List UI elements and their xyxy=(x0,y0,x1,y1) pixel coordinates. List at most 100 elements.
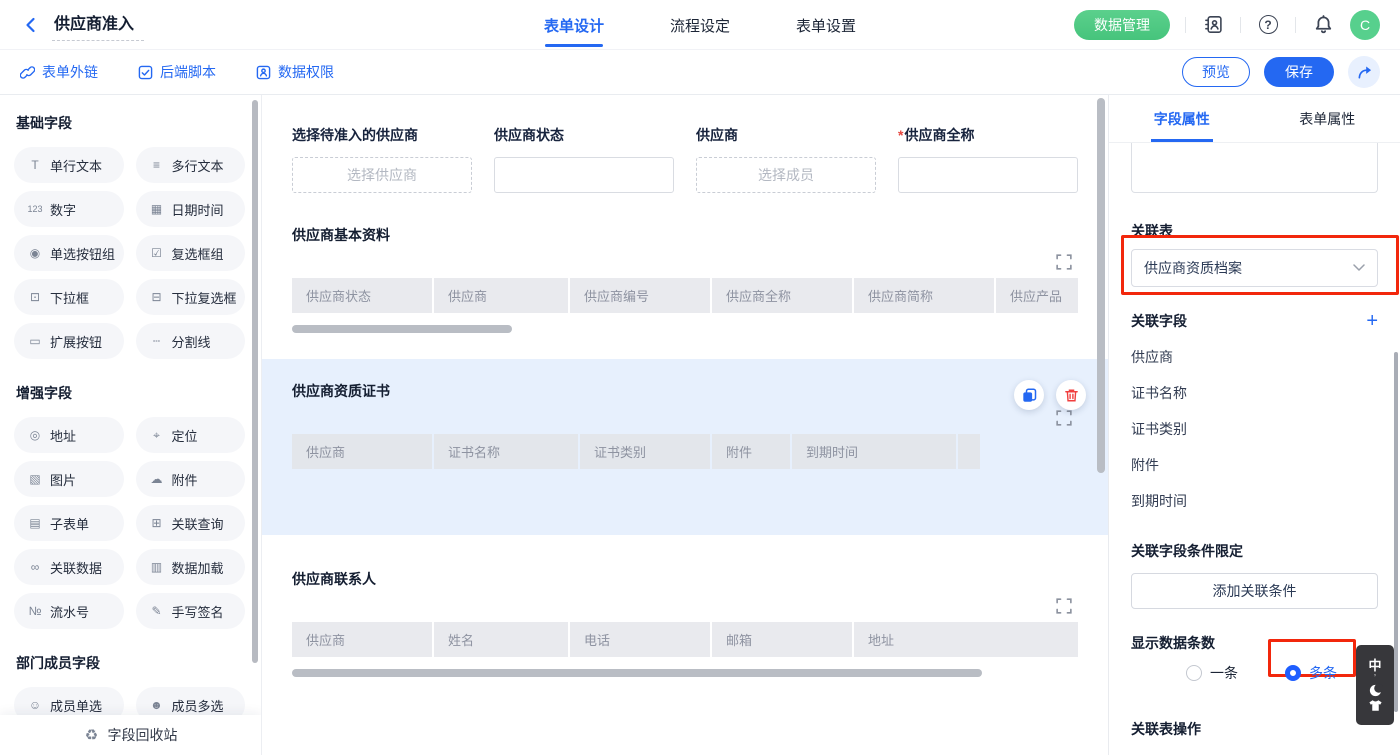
field-type-dropdown[interactable]: ⊡下拉框 xyxy=(14,279,124,315)
duplicate-section-button[interactable] xyxy=(1014,380,1044,410)
radio-single-record[interactable]: 一条 xyxy=(1186,663,1238,683)
field-type-checkbox-group[interactable]: ☑复选框组 xyxy=(136,235,246,271)
supplier-fullname-input[interactable] xyxy=(898,157,1078,193)
column-header[interactable]: 证书类别 xyxy=(580,434,710,469)
contacts-book-icon[interactable] xyxy=(1201,13,1225,37)
section-supplier-basic-info[interactable]: 供应商基本资料 供应商状态 供应商 供应商编号 供应商全称 供应商简称 供应产品 xyxy=(262,203,1108,347)
field-type-datetime[interactable]: ▦日期时间 xyxy=(136,191,246,227)
ime-toolbar[interactable]: 中 ʼ xyxy=(1356,645,1394,725)
fullscreen-expand-icon[interactable] xyxy=(1056,254,1072,270)
panel-scrollbar[interactable] xyxy=(1394,352,1398,712)
section-supplier-certificates[interactable]: 供应商资质证书 供应商 证书名称 证书类别 附件 到期时间 xyxy=(262,359,1108,535)
form-title[interactable]: 供应商准入 xyxy=(52,8,144,41)
related-table-ops-label: 关联表操作 xyxy=(1131,719,1378,739)
share-arrow-icon xyxy=(1356,65,1373,80)
help-icon[interactable]: ? xyxy=(1256,13,1280,37)
field-recycle-bin[interactable]: ♻ 字段回收站 xyxy=(0,715,261,755)
related-field-item[interactable]: 附件 xyxy=(1131,455,1378,475)
delete-section-button[interactable] xyxy=(1056,380,1086,410)
share-button[interactable] xyxy=(1348,56,1380,88)
permission-icon xyxy=(256,65,271,80)
field-type-data-load[interactable]: ▥数据加载 xyxy=(136,549,246,585)
preview-button[interactable]: 预览 xyxy=(1182,57,1250,87)
backend-script-label: 后端脚本 xyxy=(160,62,216,82)
cloud-upload-icon: ☁ xyxy=(149,472,165,486)
field-type-image[interactable]: ▧图片 xyxy=(14,461,124,497)
data-permission-link[interactable]: 数据权限 xyxy=(256,62,334,82)
field-type-radio-group[interactable]: ◉单选按钮组 xyxy=(14,235,124,271)
data-manage-button[interactable]: 数据管理 xyxy=(1074,10,1170,40)
fullscreen-expand-icon[interactable] xyxy=(1056,410,1072,426)
notification-bell-icon[interactable] xyxy=(1311,13,1335,37)
related-field-item[interactable]: 证书名称 xyxy=(1131,383,1378,403)
tab-flow-setting[interactable]: 流程设定 xyxy=(670,0,730,50)
column-header[interactable]: 证书名称 xyxy=(434,434,578,469)
field-type-extend-button[interactable]: ▭扩展按钮 xyxy=(14,323,124,359)
related-query-icon: ⊞ xyxy=(149,516,165,530)
horizontal-scrollbar[interactable] xyxy=(292,669,982,677)
column-header[interactable]: 电话 xyxy=(570,622,710,657)
form-field-supplier[interactable]: 供应商 选择成员 xyxy=(696,125,876,193)
backend-script-link[interactable]: 后端脚本 xyxy=(138,62,216,82)
column-header[interactable]: 邮箱 xyxy=(712,622,852,657)
display-count-label: 显示数据条数 xyxy=(1131,633,1378,653)
form-external-link[interactable]: 表单外链 xyxy=(20,62,98,82)
column-header[interactable]: 供应商 xyxy=(434,278,568,313)
form-field-supplier-status[interactable]: 供应商状态 xyxy=(494,125,674,193)
field-type-divider-line[interactable]: ┄分割线 xyxy=(136,323,246,359)
column-header[interactable]: 到期时间 xyxy=(792,434,956,469)
field-type-label: 成员多选 xyxy=(172,696,224,715)
field-type-single-line-text[interactable]: T单行文本 xyxy=(14,147,124,183)
supplier-picker-input[interactable]: 选择供应商 xyxy=(292,157,472,193)
column-header[interactable]: 供应产品 xyxy=(996,278,1078,313)
field-type-address[interactable]: ◎地址 xyxy=(14,417,124,453)
field-type-location[interactable]: ⌖定位 xyxy=(136,417,246,453)
member-picker-input[interactable]: 选择成员 xyxy=(696,157,876,193)
canvas-scrollbar[interactable] xyxy=(1097,98,1105,473)
supplier-status-input[interactable] xyxy=(494,157,674,193)
field-type-serial-number[interactable]: №流水号 xyxy=(14,593,124,629)
tab-form-properties[interactable]: 表单属性 xyxy=(1255,95,1400,142)
field-type-subform[interactable]: ▤子表单 xyxy=(14,505,124,541)
column-header[interactable]: 供应商编号 xyxy=(570,278,710,313)
column-header[interactable]: 供应商全称 xyxy=(712,278,852,313)
field-type-multi-line-text[interactable]: ≡多行文本 xyxy=(136,147,246,183)
field-title-input-cutoff[interactable] xyxy=(1131,143,1378,193)
related-field-item[interactable]: 供应商 xyxy=(1131,347,1378,367)
tab-form-setting[interactable]: 表单设置 xyxy=(796,0,856,50)
column-header[interactable]: 地址 xyxy=(854,622,1078,657)
related-field-item[interactable]: 到期时间 xyxy=(1131,491,1378,511)
field-type-attachment[interactable]: ☁附件 xyxy=(136,461,246,497)
horizontal-scrollbar[interactable] xyxy=(292,325,512,333)
tab-form-design[interactable]: 表单设计 xyxy=(544,0,604,50)
back-button[interactable] xyxy=(20,14,42,36)
field-type-related-query[interactable]: ⊞关联查询 xyxy=(136,505,246,541)
form-field-select-supplier[interactable]: 选择待准入的供应商 选择供应商 xyxy=(292,125,472,193)
add-condition-button[interactable]: 添加关联条件 xyxy=(1131,573,1378,609)
field-type-signature[interactable]: ✎手写签名 xyxy=(136,593,246,629)
column-header[interactable]: 附件 xyxy=(712,434,790,469)
field-type-related-data[interactable]: ∞关联数据 xyxy=(14,549,124,585)
column-header[interactable]: 供应商状态 xyxy=(292,278,432,313)
column-header[interactable]: 供应商 xyxy=(292,622,432,657)
radio-multiple-records[interactable]: 多条 xyxy=(1285,663,1337,683)
section-title-enhanced-fields: 增强字段 xyxy=(16,383,245,403)
field-palette-sidebar: 基础字段 T单行文本 ≡多行文本 123数字 ▦日期时间 ◉单选按钮组 ☑复选框… xyxy=(0,95,262,755)
related-field-item[interactable]: 证书类别 xyxy=(1131,419,1378,439)
required-mark: * xyxy=(898,127,903,143)
user-avatar[interactable]: C xyxy=(1350,10,1380,40)
add-related-field-button[interactable]: + xyxy=(1366,313,1378,329)
fullscreen-expand-icon[interactable] xyxy=(1056,598,1072,614)
field-type-multi-dropdown[interactable]: ⊟下拉复选框 xyxy=(136,279,246,315)
form-field-supplier-fullname[interactable]: *供应商全称 xyxy=(898,125,1078,193)
field-type-label: 数据加载 xyxy=(172,558,224,577)
save-button[interactable]: 保存 xyxy=(1264,57,1334,87)
column-header[interactable]: 姓名 xyxy=(434,622,568,657)
column-header[interactable]: 供应商简称 xyxy=(854,278,994,313)
related-table-select[interactable]: 供应商资质档案 xyxy=(1131,249,1378,287)
sidebar-scrollbar[interactable] xyxy=(252,100,258,663)
tab-field-properties[interactable]: 字段属性 xyxy=(1109,95,1255,142)
column-header[interactable]: 供应商 xyxy=(292,434,432,469)
section-supplier-contacts[interactable]: 供应商联系人 供应商 姓名 电话 邮箱 地址 xyxy=(262,547,1108,691)
field-type-number[interactable]: 123数字 xyxy=(14,191,124,227)
